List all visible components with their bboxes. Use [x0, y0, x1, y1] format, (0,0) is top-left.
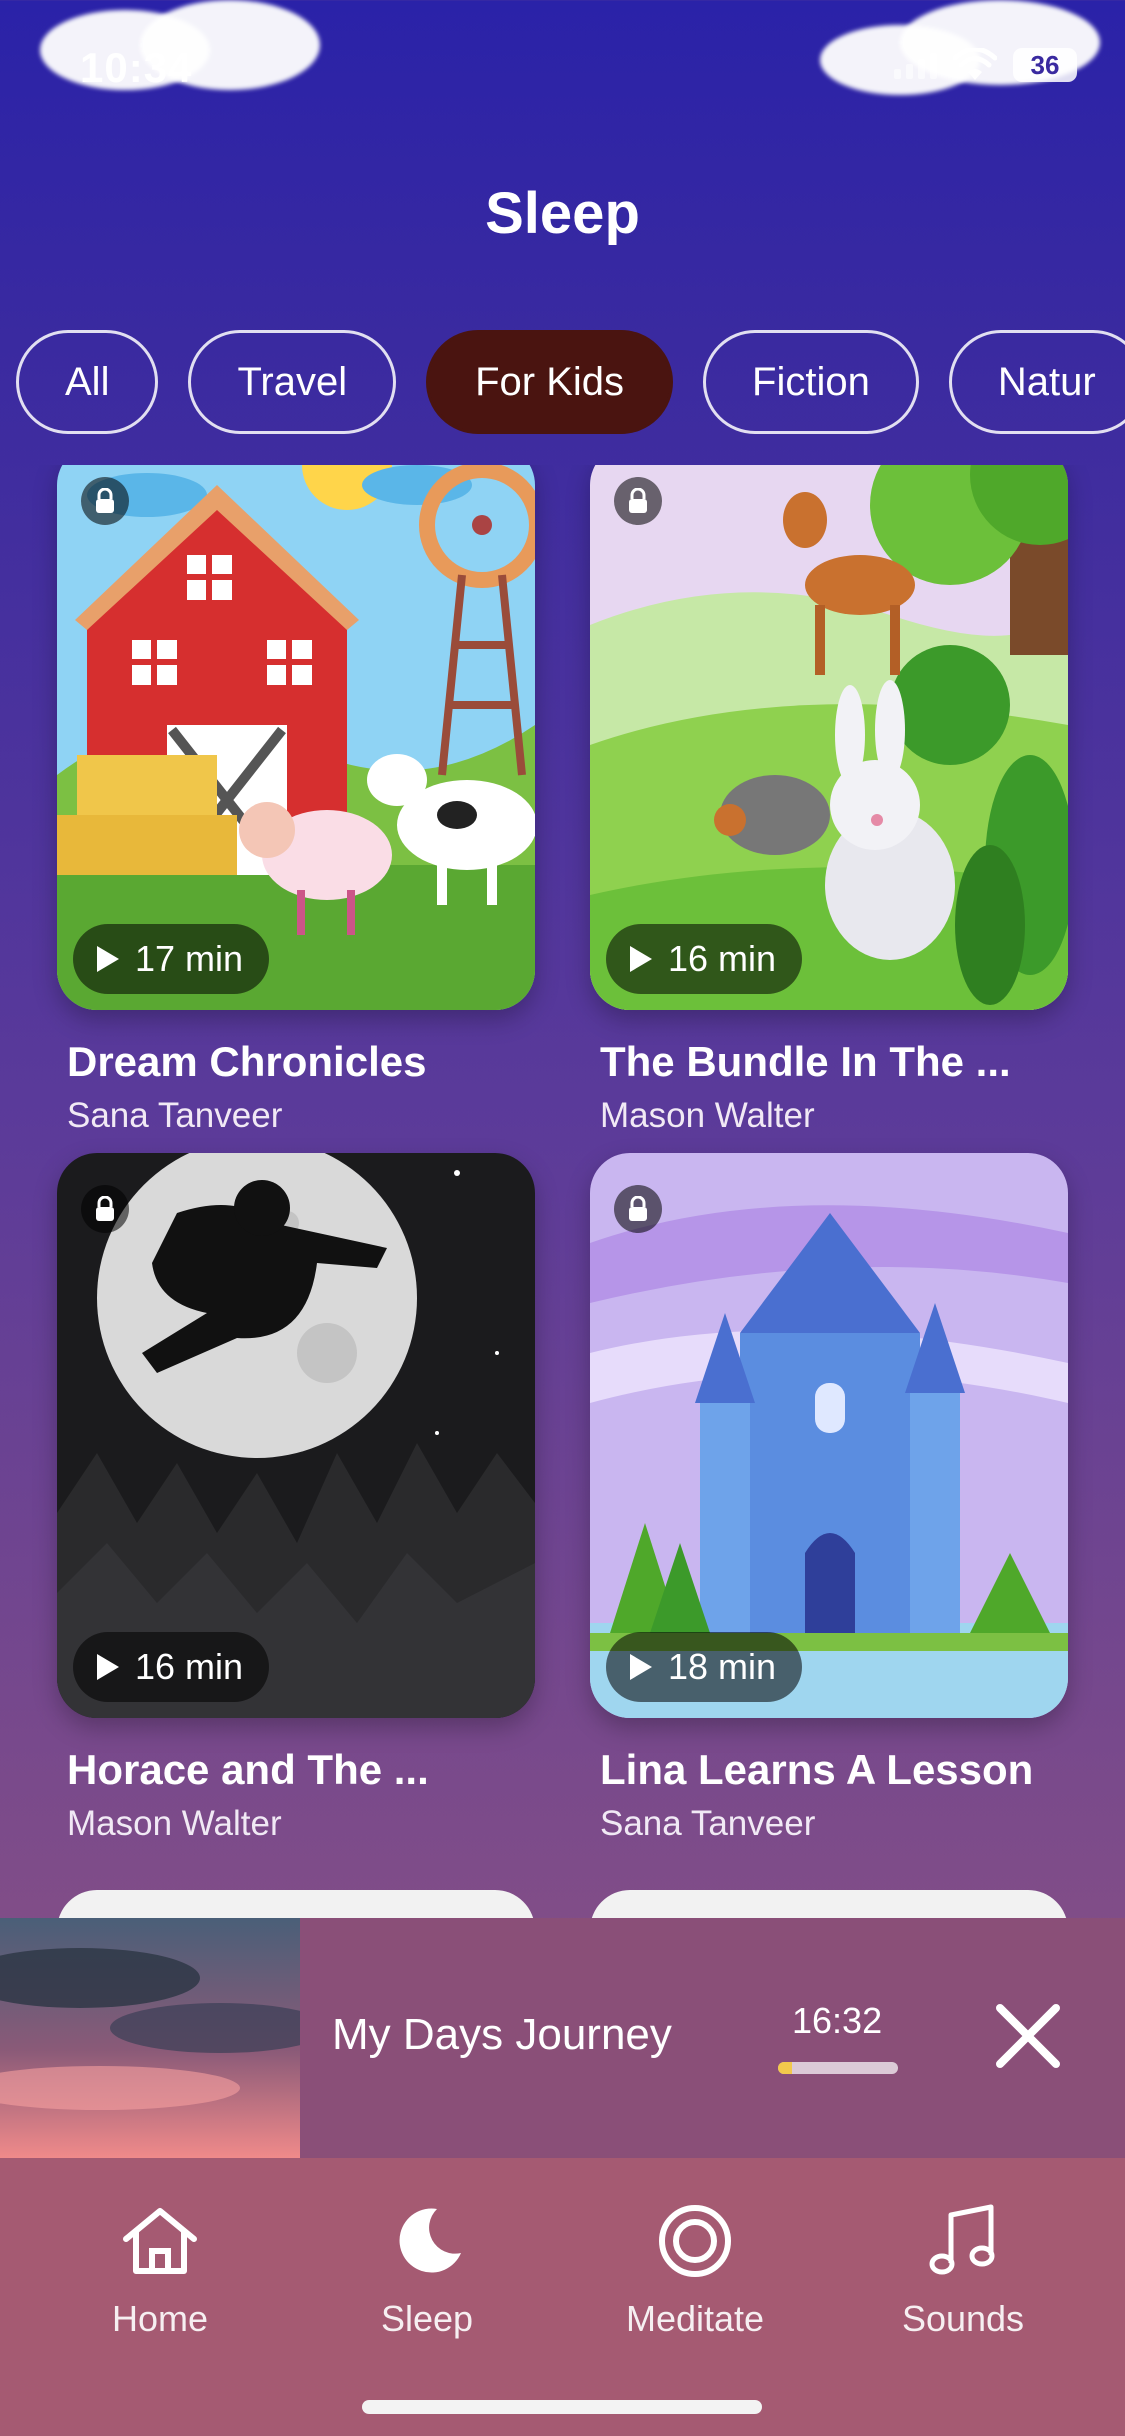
story-title: Lina Learns A Lesson: [600, 1746, 1034, 1793]
battery-icon: 36: [1013, 48, 1077, 82]
story-title: Horace and The ...: [67, 1746, 429, 1793]
story-author: Mason Walter: [67, 1804, 282, 1843]
story-card[interactable]: 16 min Horace and The ... Mason Walter: [57, 1153, 535, 1844]
status-icons: 36: [894, 48, 1077, 82]
duration-badge: 16 min: [606, 924, 803, 994]
player-artwork[interactable]: [0, 1918, 300, 2158]
duration-badge: 17 min: [73, 924, 270, 994]
tab-label: Meditate: [625, 2298, 765, 2339]
status-bar: 10:34 36: [0, 0, 1125, 140]
story-card[interactable]: 16 min The Bundle In The ... Mason Walte…: [590, 465, 1068, 1136]
status-time: 10:34: [80, 44, 193, 91]
tab-label: Sounds: [901, 2298, 1025, 2339]
lock-icon: [614, 1185, 662, 1233]
play-icon: [97, 1654, 119, 1680]
story-card[interactable]: 17 min Dream Chronicles Sana Tanveer: [57, 465, 535, 1136]
story-artwork-castle[interactable]: 18 min: [590, 1153, 1068, 1718]
story-artwork-moon-hero[interactable]: 16 min: [57, 1153, 535, 1718]
story-author: Sana Tanveer: [600, 1804, 816, 1843]
story-title: The Bundle In The ...: [600, 1038, 1011, 1085]
duration-text: 16 min: [135, 1646, 244, 1687]
story-artwork-farm[interactable]: 17 min: [57, 465, 535, 1010]
play-icon: [630, 1654, 652, 1680]
story-artwork-forest-animals[interactable]: 16 min: [590, 465, 1068, 1010]
filter-chip-all[interactable]: All: [16, 330, 159, 434]
meditate-target-icon: [652, 2198, 738, 2284]
page-title: Sleep: [485, 181, 640, 246]
story-card-partial[interactable]: [590, 1890, 1068, 1920]
moon-icon: [384, 2198, 470, 2284]
player-progress-bar[interactable]: [778, 2062, 898, 2074]
story-grid: 17 min Dream Chronicles Sana Tanveer 16 …: [0, 465, 1125, 1920]
story-author: Mason Walter: [600, 1096, 815, 1135]
tab-sleep[interactable]: Sleep: [327, 2198, 527, 2340]
tab-label: Home: [111, 2298, 209, 2339]
filter-chip-for-kids[interactable]: For Kids: [426, 330, 674, 434]
duration-text: 16 min: [668, 938, 777, 979]
filter-chip-fiction[interactable]: Fiction: [703, 330, 919, 434]
duration-badge: 16 min: [73, 1632, 270, 1702]
tab-meditate[interactable]: Meditate: [595, 2198, 795, 2340]
cellular-signal-icon: [894, 51, 937, 79]
home-icon: [117, 2198, 203, 2284]
tab-label: Sleep: [380, 2298, 474, 2339]
category-filter-bar: All Travel For Kids Fiction Natur: [16, 330, 1125, 434]
tab-home[interactable]: Home: [60, 2198, 260, 2340]
player-title: My Days Journey: [332, 2010, 672, 2059]
duration-text: 18 min: [668, 1646, 777, 1687]
story-card-partial[interactable]: [57, 1890, 535, 1920]
tab-sounds[interactable]: Sounds: [863, 2198, 1063, 2340]
player-progress-fill: [778, 2062, 793, 2074]
lock-icon: [81, 477, 129, 525]
home-indicator: [362, 2400, 762, 2414]
close-icon[interactable]: [990, 1998, 1066, 2074]
play-icon: [630, 946, 652, 972]
player-time: 16:32: [792, 2000, 883, 2041]
filter-chip-travel[interactable]: Travel: [188, 330, 397, 434]
story-card[interactable]: 18 min Lina Learns A Lesson Sana Tanveer: [590, 1153, 1068, 1844]
play-icon: [97, 946, 119, 972]
lock-icon: [614, 477, 662, 525]
duration-badge: 18 min: [606, 1632, 803, 1702]
story-title: Dream Chronicles: [67, 1038, 427, 1085]
filter-chip-nature[interactable]: Natur: [948, 330, 1125, 434]
lock-icon: [81, 1185, 129, 1233]
bottom-tab-bar: Home Sleep Meditate Sounds: [0, 2158, 1125, 2436]
duration-text: 17 min: [135, 938, 244, 979]
story-author: Sana Tanveer: [67, 1096, 283, 1135]
music-note-icon: [920, 2198, 1006, 2284]
wifi-icon: [953, 48, 997, 80]
mini-player[interactable]: My Days Journey 16:32: [0, 1918, 1125, 2158]
